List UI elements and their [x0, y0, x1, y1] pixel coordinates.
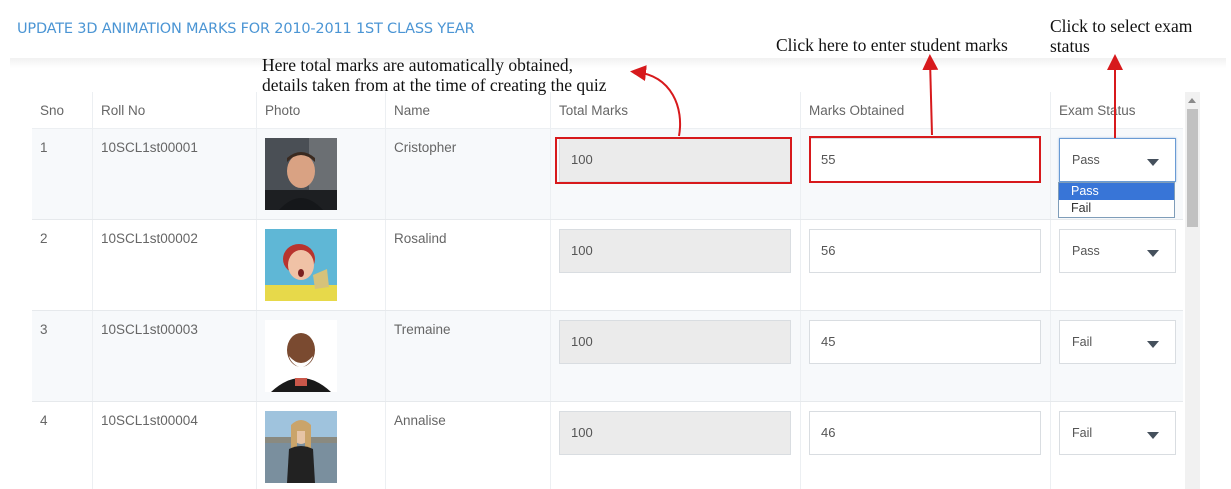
status-note-line2: status — [1050, 36, 1090, 56]
title-divider — [10, 58, 1226, 68]
exam-status-select[interactable]: Fail — [1059, 411, 1176, 455]
marks-obtained-input[interactable]: 45 — [809, 320, 1041, 364]
exam-status-value: Pass — [1072, 153, 1100, 167]
row-roll-no: 10SCL1st00004 — [101, 413, 198, 428]
header-total-marks: Total Marks — [559, 103, 629, 118]
student-photo — [265, 320, 337, 392]
student-photo — [265, 229, 337, 301]
table-row: 1 10SCL1st00001 Cristopher 100 55 Pass — [32, 129, 1183, 220]
status-note-line1: Click to select exam — [1050, 16, 1193, 36]
table-scrollbar[interactable] — [1185, 92, 1200, 489]
row-sno: 2 — [40, 231, 48, 246]
exam-status-value: Fail — [1072, 335, 1093, 349]
row-roll-no: 10SCL1st00002 — [101, 231, 198, 246]
exam-status-select[interactable]: Pass — [1059, 138, 1176, 182]
scroll-up-icon[interactable] — [1188, 98, 1196, 103]
header-marks-obtained: Marks Obtained — [809, 103, 905, 118]
student-photo — [265, 411, 337, 483]
total-marks-field: 100 — [559, 411, 791, 455]
row-roll-no: 10SCL1st00003 — [101, 322, 198, 337]
exam-status-select[interactable]: Pass — [1059, 229, 1176, 273]
table-header: Sno Roll No Photo Name Total Marks Marks… — [32, 92, 1183, 129]
header-roll-no: Roll No — [101, 103, 146, 118]
header-photo: Photo — [265, 103, 301, 118]
row-sno: 4 — [40, 413, 48, 428]
header-sno: Sno — [40, 103, 65, 118]
chevron-down-icon — [1147, 250, 1159, 257]
student-photo — [265, 138, 337, 210]
dropdown-option-fail[interactable]: Fail — [1059, 200, 1174, 217]
row-sno: 3 — [40, 322, 48, 337]
exam-status-value: Fail — [1072, 426, 1093, 440]
total-marks-field: 100 — [559, 320, 791, 364]
header-name: Name — [394, 103, 431, 118]
table-row: 2 10SCL1st00002 Rosalind 100 56 Pass — [32, 220, 1183, 311]
exam-status-dropdown: Pass Fail — [1058, 182, 1175, 218]
marks-obtained-input[interactable]: 46 — [809, 411, 1041, 455]
exam-status-select[interactable]: Fail — [1059, 320, 1176, 364]
marks-table: Sno Roll No Photo Name Total Marks Marks… — [32, 92, 1200, 489]
marks-note: Click here to enter student marks — [776, 35, 1008, 55]
page-title: UPDATE 3D ANIMATION MARKS FOR 2010-2011 … — [17, 21, 475, 37]
row-sno: 1 — [40, 140, 48, 155]
total-marks-note-line2: details taken from at the time of creati… — [262, 75, 607, 95]
row-roll-no: 10SCL1st00001 — [101, 140, 198, 155]
row-name: Annalise — [394, 413, 446, 428]
marks-obtained-input[interactable]: 55 — [809, 138, 1041, 182]
header-exam-status: Exam Status — [1059, 103, 1136, 118]
total-marks-field: 100 — [559, 229, 791, 273]
table-row: 4 10SCL1st00004 Annalise 100 46 Fail — [32, 402, 1183, 489]
total-marks-note-line1: Here total marks are automatically obtai… — [262, 55, 573, 75]
total-marks-field: 100 — [559, 138, 791, 182]
chevron-down-icon — [1147, 159, 1159, 166]
row-name: Tremaine — [394, 322, 451, 337]
table-row: 3 10SCL1st00003 Tremaine 100 45 Fail — [32, 311, 1183, 402]
row-name: Cristopher — [394, 140, 457, 155]
scroll-thumb[interactable] — [1187, 109, 1198, 227]
dropdown-option-pass[interactable]: Pass — [1059, 183, 1174, 200]
chevron-down-icon — [1147, 432, 1159, 439]
row-name: Rosalind — [394, 231, 447, 246]
chevron-down-icon — [1147, 341, 1159, 348]
exam-status-value: Pass — [1072, 244, 1100, 258]
marks-obtained-input[interactable]: 56 — [809, 229, 1041, 273]
